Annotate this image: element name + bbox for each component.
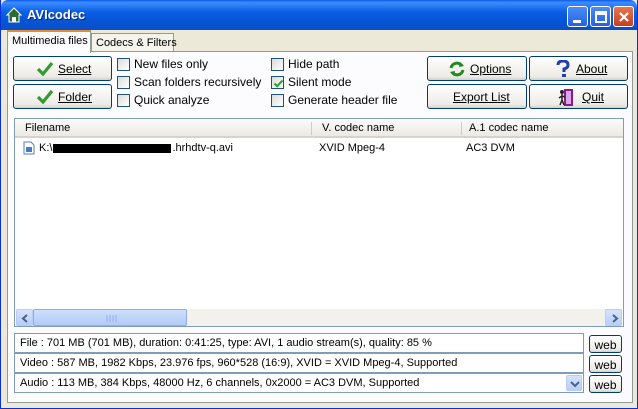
video-web-button[interactable]: web [589, 355, 622, 373]
audio-info-dropdown[interactable]: Audio : 113 MB, 384 Kbps, 48000 Hz, 6 ch… [14, 373, 584, 393]
file-list[interactable]: Filename V. codec name A.1 codec name K:… [14, 118, 624, 327]
scroll-thumb[interactable] [33, 309, 187, 326]
window-title: AVIcodec [27, 7, 86, 22]
checkbox-label: New files only [134, 57, 209, 71]
column-divider[interactable] [461, 122, 462, 135]
file-list-row[interactable]: K:\ .hrhdtv-q.avi XVID Mpeg-4 AC3 DVM [15, 140, 623, 156]
check-icon [36, 61, 54, 77]
column-header-vcodec[interactable]: V. codec name [322, 122, 394, 134]
column-header-filename[interactable]: Filename [25, 122, 70, 134]
about-button-label: About [576, 62, 608, 76]
checkbox-label: Quick analyze [134, 93, 210, 107]
audio-info-text: Audio : 113 MB, 384 Kbps, 48000 Hz, 6 ch… [20, 377, 420, 389]
checkbox-label: Generate header file [288, 93, 398, 107]
checkbox-box[interactable] [117, 58, 130, 71]
scroll-right-button[interactable] [605, 309, 622, 326]
app-window: AVIcodec Multimedia files Codecs & Filte… [0, 0, 638, 409]
filename-prefix: K:\ [39, 142, 53, 154]
tab-label: Codecs & Filters [96, 37, 177, 49]
quit-button[interactable]: Quit [529, 84, 628, 109]
video-file-icon [23, 141, 35, 155]
video-info-field: Video : 587 MB, 1982 Kbps, 23.976 fps, 9… [14, 353, 584, 373]
close-icon [619, 12, 629, 22]
checkbox-label: Scan folders recursively [134, 75, 262, 89]
folder-button[interactable]: Folder [13, 84, 112, 109]
checkbox-label: Hide path [288, 57, 340, 71]
minimize-button[interactable] [567, 6, 588, 27]
chevron-down-icon [570, 381, 580, 388]
horizontal-scrollbar[interactable] [16, 309, 622, 326]
dropdown-button[interactable] [566, 375, 582, 391]
quit-button-label: Quit [582, 90, 605, 104]
close-button[interactable] [613, 6, 634, 27]
video-info-text: Video : 587 MB, 1982 Kbps, 23.976 fps, 9… [20, 357, 458, 369]
checkbox-box[interactable] [117, 94, 130, 107]
options-button[interactable]: Options [427, 56, 527, 81]
tab-codecs-filters[interactable]: Codecs & Filters [91, 33, 177, 52]
arrow-left-icon [21, 314, 28, 323]
arrow-right-icon [612, 314, 619, 323]
column-header-acodec[interactable]: A.1 codec name [469, 122, 549, 134]
column-divider[interactable] [311, 122, 312, 135]
exit-door-icon [558, 89, 573, 106]
maximize-icon [595, 11, 607, 23]
options-button-label: Options [470, 62, 512, 76]
checkbox-box[interactable] [271, 76, 284, 89]
about-button[interactable]: About [529, 56, 628, 81]
question-mark-icon [556, 60, 570, 77]
checkbox-box[interactable] [271, 94, 284, 107]
tab-label: Multimedia files [12, 35, 88, 47]
audio-web-button[interactable]: web [589, 375, 622, 393]
filename-suffix: .hrhdtv-q.avi [172, 142, 233, 154]
app-icon [6, 7, 22, 23]
filename-cell: K:\ .hrhdtv-q.avi [39, 142, 233, 154]
redaction-bar [53, 143, 172, 153]
checkmark-icon [273, 79, 284, 88]
select-button-label: Select [58, 62, 92, 76]
check-icon [36, 89, 54, 105]
folder-button-label: Folder [58, 90, 93, 104]
minimize-icon [573, 20, 581, 23]
file-info-text: File : 701 MB (701 MB), duration: 0:41:2… [20, 337, 432, 349]
maximize-button[interactable] [590, 6, 611, 27]
scroll-left-button[interactable] [16, 309, 33, 326]
checkbox-box[interactable] [117, 76, 130, 89]
file-info-field: File : 701 MB (701 MB), duration: 0:41:2… [14, 333, 584, 353]
export-list-button[interactable]: Export List [427, 84, 527, 109]
file-list-header: Filename V. codec name A.1 codec name [15, 119, 623, 138]
acodec-cell: AC3 DVM [466, 142, 515, 154]
vcodec-cell: XVID Mpeg-4 [319, 142, 386, 154]
checkbox-label: Silent mode [288, 75, 352, 89]
refresh-icon [449, 61, 465, 77]
grip-icon [106, 315, 117, 322]
tab-multimedia-files[interactable]: Multimedia files [7, 30, 91, 53]
checkbox-box[interactable] [271, 58, 284, 71]
title-bar[interactable]: AVIcodec [1, 0, 637, 30]
select-button[interactable]: Select [13, 56, 112, 81]
export-list-button-label: Export List [453, 90, 510, 104]
file-web-button[interactable]: web [589, 335, 622, 353]
